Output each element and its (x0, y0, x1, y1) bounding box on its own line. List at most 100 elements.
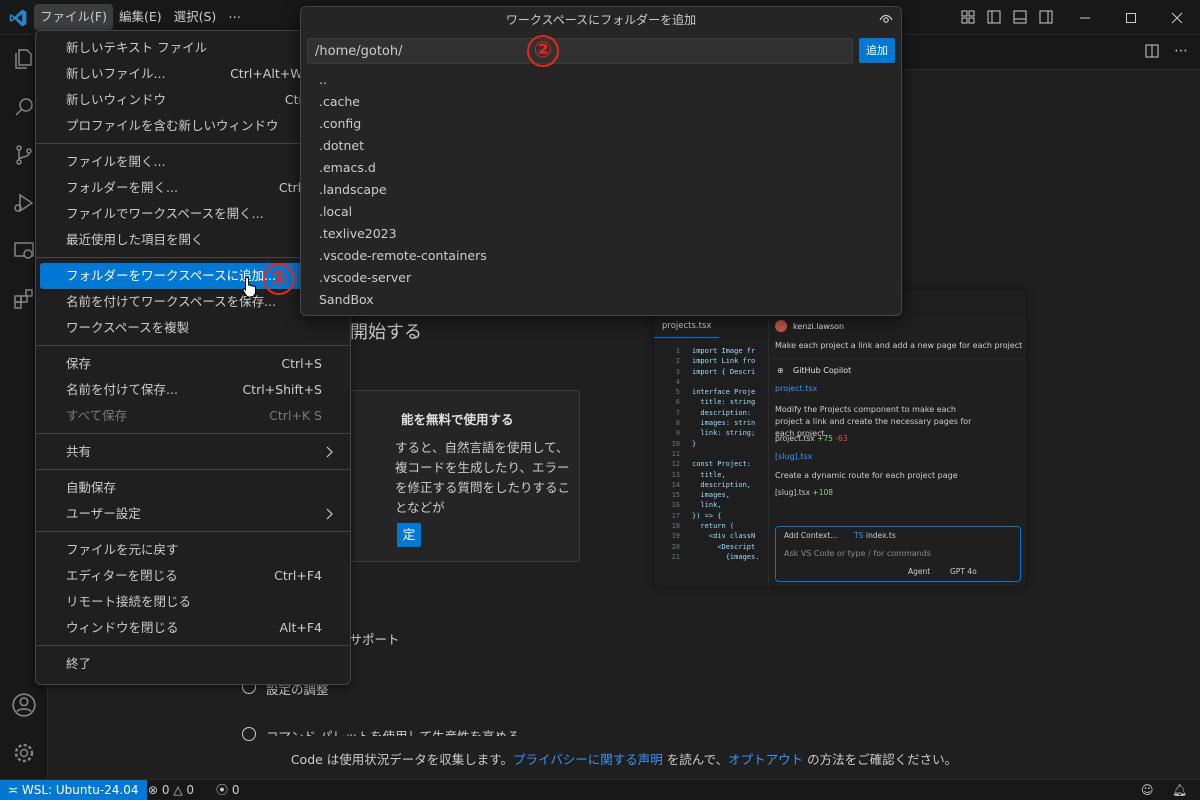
menu-item-label: すべて保存 (66, 408, 128, 423)
menu-more[interactable]: ⋯ (222, 4, 247, 30)
menu-item-label: 新しいファイル... (66, 66, 166, 81)
menu-item-shortcut: Ctrl+S (281, 356, 322, 371)
copilot-card-description: すると、自然言語を使用して、複コードを生成したり、エラーを修正する質問をしたりす… (395, 440, 571, 515)
toggle-secondary-sidebar-icon[interactable] (1036, 7, 1056, 27)
customize-layout-icon[interactable] (958, 7, 978, 27)
preview-change-chip: [slug].tsx +108 (775, 488, 833, 497)
maximize-icon[interactable] (1108, 0, 1154, 35)
folder-list-item[interactable]: .texlive2023 (319, 223, 397, 245)
file-menu-item[interactable]: リモート接続を閉じる (40, 589, 346, 615)
toggle-panel-icon[interactable] (1010, 7, 1030, 27)
menu-separator (36, 469, 350, 470)
preview-file-link: project.tsx (775, 384, 818, 393)
copilot-setup-button[interactable]: 定 (397, 523, 421, 547)
menu-item-label: ウィンドウを閉じる (66, 620, 179, 635)
divider (769, 358, 1026, 359)
menu-separator (36, 433, 350, 434)
folder-list-item[interactable]: .vscode-remote-containers (319, 245, 487, 267)
preview-context-file: index.ts (866, 531, 896, 540)
walkthrough-item-command-palette[interactable]: コマンド パレットを使用して生産性を高める (266, 726, 520, 736)
preview-input-placeholder: Ask VS Code or type / for commands (784, 549, 931, 558)
avatar (775, 320, 787, 332)
copilot-status-icon[interactable]: ☺ (1141, 780, 1154, 800)
preview-line-numbers: 1 2 3 4 5 6 7 8 9 10 11 12 13 14 15 16 1… (671, 347, 680, 561)
annotation-circle-2: ② (527, 35, 559, 67)
preview-ts-tag: TS (854, 531, 864, 540)
chip-deletions: -63 (835, 434, 848, 443)
problems-indicator[interactable]: ⊗ 0 △ 0 (148, 780, 194, 800)
minimize-icon[interactable] (1062, 0, 1108, 35)
privacy-notice: Code は使用状況データを収集します。プライバシーに関する声明 を読んで、オプ… (48, 749, 1200, 768)
more-actions-icon[interactable]: ⋯ (1174, 43, 1188, 59)
menu-bar: ファイル(F) 編集(E) 選択(S) ⋯ (34, 4, 247, 30)
menu-file[interactable]: ファイル(F) (34, 4, 113, 30)
folder-list-item[interactable]: .vscode-server (319, 267, 411, 289)
privacy-statement-link[interactable]: プライバシーに関する声明 (513, 752, 663, 767)
eye-icon[interactable] (879, 13, 893, 29)
menu-item-shortcut: Ctrl+K S (269, 408, 322, 423)
error-count: 0 (161, 783, 170, 797)
copilot-card-title: 能を無料で使用する (401, 412, 514, 427)
toggle-primary-sidebar-icon[interactable] (984, 7, 1004, 27)
warning-icon: △ (173, 783, 183, 797)
folder-list-item[interactable]: .local (319, 201, 352, 223)
file-menu-item[interactable]: 名前を付けて保存... Ctrl+Shift+S (40, 377, 346, 403)
preview-chat-panel: kenzi.lawson Make each project a link an… (768, 316, 1026, 586)
file-menu-item[interactable]: ウィンドウを閉じる Alt+F4 (40, 615, 346, 641)
file-menu-item[interactable]: 終了 (40, 651, 346, 677)
menu-item-label: プロファイルを含む新しいウィンドウ (66, 118, 279, 133)
folder-path-input[interactable] (307, 38, 853, 64)
folder-list-item[interactable]: .dotnet (319, 135, 364, 157)
menu-separator (36, 531, 350, 532)
file-menu-item[interactable]: 共有 (40, 439, 346, 465)
folder-list-item[interactable]: .config (319, 113, 361, 135)
copilot-icon: ⊕ (777, 366, 784, 375)
file-menu-item[interactable]: 自動保存 (40, 475, 346, 501)
folder-list-item[interactable]: .cache (319, 91, 360, 113)
folder-list-item[interactable]: .emacs.d (319, 157, 376, 179)
walkthrough-radio[interactable] (242, 727, 256, 741)
vscode-logo-icon (9, 9, 27, 27)
preview-tab: projects.tsx (654, 316, 720, 338)
file-menu-item[interactable]: ユーザー設定 (40, 501, 346, 527)
ports-indicator[interactable]: ⦿ 0 (216, 780, 239, 800)
menu-item-label: ユーザー設定 (66, 506, 141, 521)
preview-model: GPT 4o (950, 567, 977, 576)
menu-item-label: 最近使用した項目を開く (66, 232, 204, 247)
opt-out-link[interactable]: オプトアウト (728, 752, 803, 767)
preview-user-name: kenzi.lawson (793, 322, 845, 331)
preview-mode: Agent (908, 567, 931, 576)
file-menu-item[interactable]: ファイルを元に戻す (40, 537, 346, 563)
menu-edit[interactable]: 編集(E) (113, 4, 168, 30)
menu-item-label: ワークスペースを複製 (66, 320, 190, 335)
file-menu-item[interactable]: エディターを閉じる Ctrl+F4 (40, 563, 346, 589)
dialog-title: ワークスペースにフォルダーを追加 (505, 13, 697, 27)
ports-count: 0 (231, 783, 240, 797)
welcome-start-heading: 開始する (350, 322, 422, 343)
privacy-text: を読んで、 (662, 752, 729, 767)
manage-gear-icon[interactable] (0, 729, 48, 777)
file-menu-item[interactable]: ワークスペースを複製 (40, 315, 346, 341)
folder-list-item[interactable]: .landscape (319, 179, 387, 201)
menu-item-label: フォルダーを開く... (66, 180, 178, 195)
remote-indicator[interactable]: ≍ WSL: Ubuntu-24.04 (0, 780, 147, 800)
layout-controls (958, 7, 1056, 27)
menu-item-label: ファイルを元に戻す (66, 542, 179, 557)
split-editor-icon[interactable] (1144, 43, 1160, 63)
add-button[interactable]: 追加 (859, 38, 895, 63)
file-menu-item[interactable]: 保存 Ctrl+S (40, 351, 346, 377)
window-controls (1062, 0, 1200, 35)
annotation-circle-1: ① (263, 263, 295, 295)
folder-list-item[interactable]: SandBox (319, 289, 374, 311)
copilot-card: 能を無料で使用する すると、自然言語を使用して、複コードを生成したり、エラーを修… (338, 390, 580, 562)
warning-count: 0 (186, 783, 195, 797)
preview-change-chip: project.tsx +75 -63 (775, 434, 848, 443)
menu-item-shortcut: Ctrl+Shift+S (242, 382, 322, 397)
menu-item-shortcut: Alt+F4 (279, 620, 322, 635)
menu-item-label: 保存 (66, 356, 92, 371)
close-icon[interactable] (1154, 0, 1200, 35)
accounts-icon[interactable] (0, 681, 48, 729)
folder-list-item[interactable]: .. (319, 69, 327, 91)
notifications-bell-icon[interactable]: 🔔︎ (1172, 780, 1187, 800)
menu-selection[interactable]: 選択(S) (168, 4, 223, 30)
